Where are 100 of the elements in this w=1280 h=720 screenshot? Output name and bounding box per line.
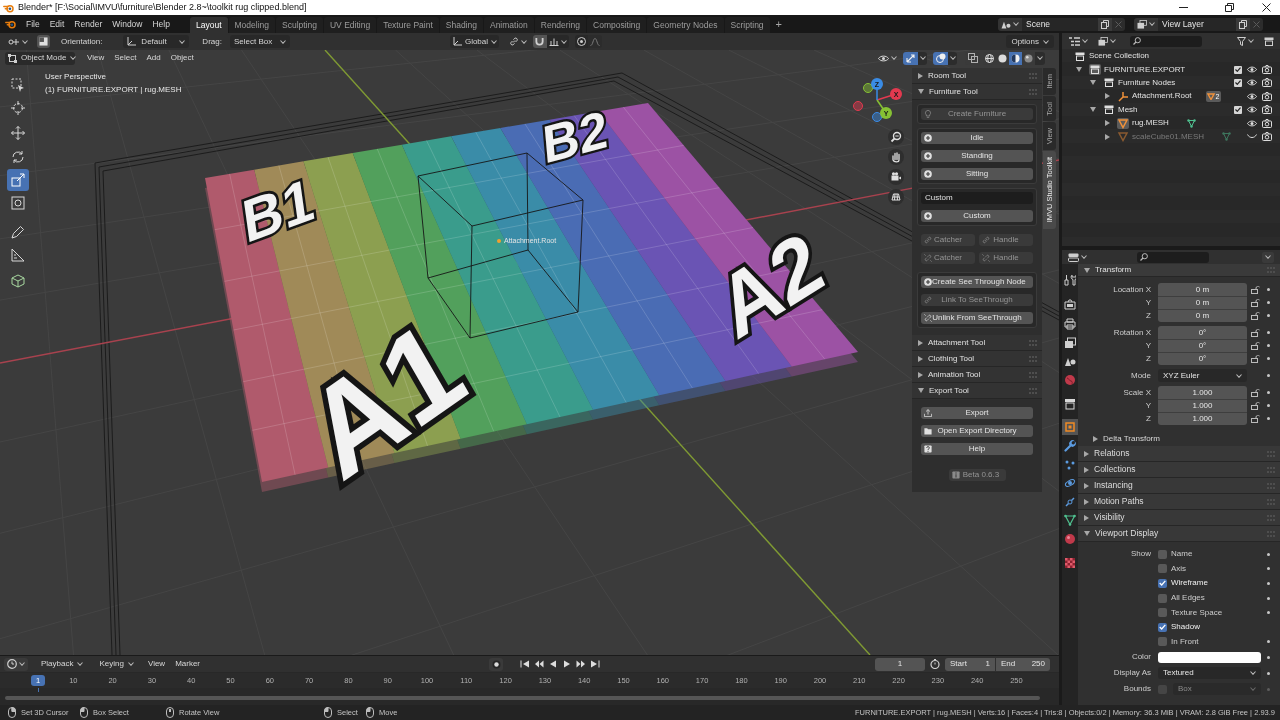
mesh-data-icon[interactable] [1186, 118, 1196, 128]
menu-item[interactable]: Window [107, 16, 148, 32]
proportional-edit-toggle[interactable] [574, 35, 588, 48]
properties-tab[interactable] [1062, 438, 1078, 454]
search-field[interactable] [1130, 35, 1202, 47]
drag-dropdown[interactable]: Select Box [229, 35, 290, 48]
viewport-toggle[interactable] [903, 51, 918, 65]
collapsed-arrow-icon[interactable] [1084, 482, 1089, 489]
workspace-tab[interactable]: Shading [439, 17, 483, 33]
scene-field[interactable]: Scene [1022, 17, 1098, 31]
panel-button[interactable]: Help [921, 443, 1033, 455]
axes-icon[interactable] [1117, 90, 1129, 102]
menu-item[interactable]: Playback [38, 657, 87, 671]
panel-button[interactable]: Idle [921, 132, 1033, 144]
open-padlock-icon[interactable] [1251, 311, 1260, 320]
expanded-arrow-icon[interactable] [918, 89, 924, 94]
snap-element-dropdown[interactable] [546, 35, 569, 48]
properties-tab[interactable] [1062, 531, 1078, 547]
name-field[interactable]: Custom [921, 192, 1033, 204]
workspace-tab[interactable]: Scripting [724, 17, 770, 33]
menu-item[interactable]: Help [147, 16, 175, 32]
triangle-icon[interactable] [1117, 117, 1129, 129]
open-padlock-icon[interactable] [1251, 414, 1260, 423]
transform-orientation-dropdown[interactable]: Global [449, 35, 499, 48]
eye-icon[interactable] [1247, 119, 1257, 127]
collection-icon[interactable] [1089, 64, 1101, 76]
display-mode-dropdown[interactable] [1067, 34, 1090, 48]
current-frame-field[interactable]: 1 [875, 657, 925, 671]
orientation-dropdown[interactable]: Default [123, 35, 190, 48]
viewport-toggle[interactable] [965, 51, 980, 65]
panel-button[interactable]: Unlink From SeeThrough [921, 312, 1033, 324]
checkbox-label[interactable]: Shadow [1171, 623, 1200, 632]
menu-item[interactable]: Marker [172, 657, 204, 671]
checkbox[interactable] [1158, 637, 1167, 647]
checkbox[interactable] [1158, 608, 1167, 618]
collapsed-arrow-icon[interactable] [918, 339, 923, 346]
checkbox-label[interactable]: Wireframe [1171, 579, 1208, 588]
collapsed-arrow-icon[interactable] [1084, 498, 1089, 505]
collapsed-arrow-icon[interactable] [1084, 514, 1089, 521]
checkbox-label[interactable]: All Edges [1171, 594, 1205, 603]
collapsed-arrow-icon[interactable] [1104, 120, 1110, 127]
workspace-tab[interactable]: Animation [483, 17, 534, 33]
color-swatch[interactable] [1158, 651, 1261, 663]
eye-icon[interactable] [1247, 106, 1257, 114]
shading-mode-button[interactable] [996, 51, 1009, 65]
subpanel-header[interactable]: Delta Transform [1078, 432, 1280, 446]
collapsed-arrow-icon[interactable] [918, 355, 923, 362]
properties-tab[interactable] [1062, 335, 1078, 351]
view-layer-field[interactable]: View Layer [1158, 17, 1236, 31]
menu-item[interactable]: Select [109, 51, 142, 65]
video-camera-icon[interactable] [888, 169, 904, 185]
add-workspace-button[interactable]: + [770, 16, 788, 32]
toggle-options-dropdown[interactable] [918, 51, 927, 65]
eye-icon[interactable] [1247, 66, 1257, 74]
open-padlock-icon[interactable] [1251, 388, 1260, 397]
shading-mode-button[interactable] [983, 51, 996, 65]
panel-button[interactable]: Create See Through Node [921, 276, 1033, 288]
start-frame-field[interactable]: Start 1 [945, 657, 995, 671]
camera-icon[interactable] [1262, 132, 1272, 142]
workspace-tab[interactable]: Geometry Nodes [647, 17, 724, 33]
editor-type-dropdown[interactable] [1066, 251, 1089, 263]
properties-tab[interactable] [1062, 272, 1078, 288]
menu-item[interactable]: Object [165, 51, 199, 65]
view-filter-dropdown[interactable] [1096, 34, 1118, 48]
outliner-item[interactable]: Furniture Nodes [1118, 78, 1176, 87]
checkbox[interactable] [1234, 78, 1242, 87]
open-padlock-icon[interactable] [1251, 285, 1260, 294]
number-field[interactable]: 0 m [1158, 283, 1247, 296]
select-mode-button[interactable] [37, 35, 50, 48]
collection-icon[interactable] [1074, 50, 1086, 62]
panel-header[interactable]: Relations [1078, 446, 1280, 462]
expanded-arrow-icon[interactable] [918, 388, 924, 393]
menu-item[interactable]: Render [69, 16, 108, 32]
workspace-tab[interactable]: Rendering [534, 17, 586, 33]
workspace-tab[interactable]: Layout [189, 17, 228, 33]
open-padlock-icon[interactable] [1251, 298, 1260, 307]
editor-type-dropdown[interactable] [4, 657, 28, 671]
menu-item[interactable]: Keying [96, 657, 137, 671]
collapsed-arrow-icon[interactable] [1084, 450, 1089, 457]
panel-button[interactable]: Custom [921, 210, 1033, 222]
panel-header[interactable]: Export Tool [912, 383, 1042, 399]
camera-icon[interactable] [1262, 65, 1272, 75]
panel-header[interactable]: Clothing Tool [912, 351, 1042, 367]
checkbox[interactable] [1158, 579, 1167, 588]
stopwatch-icon[interactable] [930, 659, 940, 669]
hand-icon[interactable] [888, 149, 904, 165]
properties-tab[interactable] [1062, 396, 1078, 412]
dropdown[interactable]: XYZ Euler [1158, 369, 1247, 382]
panel-button[interactable]: Sitting [921, 168, 1033, 180]
workspace-tab[interactable]: Texture Paint [377, 17, 439, 33]
checkbox[interactable] [1158, 622, 1167, 632]
properties-tab[interactable] [1062, 316, 1078, 332]
panel-header[interactable]: Furniture Tool [912, 84, 1042, 100]
scene-browse-button[interactable] [998, 17, 1022, 31]
workspace-tab[interactable]: Sculpting [276, 17, 323, 33]
number-field[interactable]: 0° [1158, 339, 1247, 352]
expanded-arrow-icon[interactable] [1076, 67, 1082, 73]
auto-keying-button[interactable] [489, 657, 504, 671]
panel-button[interactable]: Export [921, 407, 1033, 419]
menu-item[interactable]: View [82, 51, 110, 65]
